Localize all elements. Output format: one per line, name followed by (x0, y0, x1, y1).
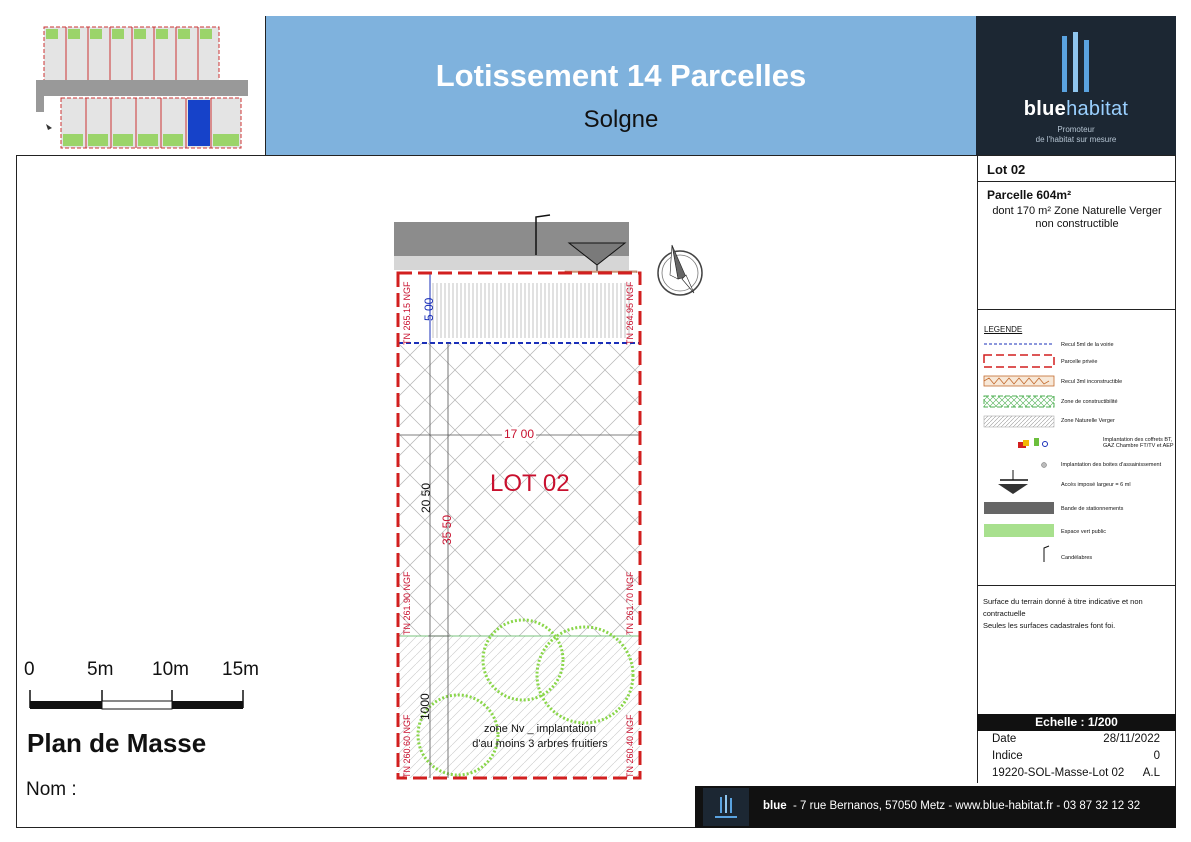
legend-item-recul3: Recul 3ml inconstructible (1061, 379, 1123, 385)
footer-logo (703, 788, 749, 826)
logo-bars-icon (1062, 32, 1089, 92)
tn-top-right: TN 264.95 NGF (625, 281, 635, 345)
tn-bot-left: TN 260.60 NGF (402, 714, 412, 778)
legend-item-constructible: Zone de constructibilité (1061, 399, 1118, 405)
indice-row: Indice 0 (992, 750, 1160, 762)
legend-item-verger: Zone Naturelle Verger (1061, 418, 1115, 424)
lot-label: LOT 02 (490, 470, 570, 497)
name-label: Nom : (26, 779, 77, 800)
zone-naturelle-area: dont 170 m² Zone Naturelle Verger (992, 205, 1162, 217)
lot-number: Lot 02 (977, 156, 1176, 182)
site-overview-drawing (36, 26, 248, 149)
legend-item-parcelle: Parcelle privée (1061, 359, 1098, 365)
footer-logo-bars-icon (715, 795, 737, 818)
recul-dimension: 5 00 (422, 297, 436, 321)
tn-mid-right: TN 261.70 NGF (625, 571, 635, 635)
legend-item-acces: Accès imposé largeur = 6 ml (1061, 482, 1131, 488)
north-arrow-icon (657, 244, 703, 296)
legend-coffrets-symbol (1018, 438, 1048, 448)
legend-item-recul: Recul 5ml de la voirie (1061, 342, 1114, 348)
zone-nv-label: zone Nv _ implantation d'au moins 3 arbr… (472, 723, 608, 750)
footer-contact: blue - 7 rue Bernanos, 57050 Metz - www.… (763, 800, 1141, 812)
surface-note-line-1: Surface du terrain donné à titre indicat… (983, 597, 1143, 618)
legend-item-boites: Implantation des boites d'assainissement (1061, 462, 1162, 468)
project-title: Lotissement 14 Parcelles (435, 58, 807, 93)
project-location: Solgne (583, 106, 659, 133)
scale-ratio: Echelle : 1/200 (977, 714, 1176, 731)
parcel-area: Parcelle 604m² (987, 188, 1072, 202)
logo-wordmark: bluehabitat (1023, 98, 1129, 120)
legend-item-stationnement: Bande de stationnements (1061, 506, 1124, 512)
width-dimension: 17 00 (502, 427, 537, 441)
verger-dimension: 1000 (418, 693, 432, 720)
surface-note: Surface du terrain donné à titre indicat… (977, 586, 1176, 714)
zone-naturelle-note: non constructible (1035, 218, 1119, 230)
surface-note-line-2: Seules les surfaces cadastrales font foi… (983, 621, 1116, 630)
legend-stationnement-symbol (984, 502, 1054, 514)
title-banner: Lotissement 14 Parcelles Solgne (266, 16, 976, 156)
site-overview-thumbnail (16, 16, 266, 156)
reference-row: 19220-SOL-Masse-Lot 02 A.L (992, 767, 1160, 779)
legend-boites-symbol (1041, 462, 1047, 468)
date-row: Date 28/11/2022 (992, 733, 1160, 745)
company-logo: bluehabitat Promoteur de l'habitat sur me… (976, 16, 1176, 156)
scale-label-5m: 5m (87, 659, 114, 680)
depth-total-dimension: 35 50 (440, 514, 454, 545)
scale-label-10m: 10m (152, 659, 189, 680)
legend-item-espace-vert: Espace vert public (1061, 529, 1106, 535)
plan-title: Plan de Masse (27, 728, 207, 758)
scale-bar (29, 690, 244, 710)
footer-bar: blue - 7 rue Bernanos, 57050 Metz - www.… (695, 786, 1176, 828)
legend-parcel-symbol (983, 354, 1055, 368)
legend-item-coffrets: Implantation des coffrets BT, GAZ Chambr… (1103, 437, 1174, 449)
document-info-table: Date 28/11/2022 Indice 0 19220-SOL-Masse-L… (977, 731, 1176, 783)
zone-naturelle-verger (398, 636, 640, 778)
parcel-info: Parcelle 604m² dont 170 m² Zone Naturell… (977, 182, 1176, 310)
scale-label-0: 0 (24, 659, 35, 680)
logo-tagline: Promoteur de l'habitat sur mesure (1035, 125, 1117, 144)
parking-zone-hatch (430, 283, 630, 338)
tn-top-left: TN 265.15 NGF (402, 281, 412, 345)
legend-item-candelabres: Candélabres (1061, 555, 1093, 561)
legend: LEGENDE Recul 5ml de la voirie Parcelle … (977, 310, 1176, 586)
legend-verger-symbol (983, 415, 1055, 428)
legend-constructible-symbol (983, 395, 1055, 408)
legend-candelabre-symbol (1043, 545, 1050, 562)
depth-build-dimension: 20 50 (419, 482, 433, 513)
legend-acces-symbol (998, 470, 1028, 494)
tn-mid-left: TN 261.90 NGF (402, 571, 412, 635)
legend-espace-vert-symbol (984, 524, 1054, 537)
scale-label-15m: 15m (222, 659, 259, 680)
